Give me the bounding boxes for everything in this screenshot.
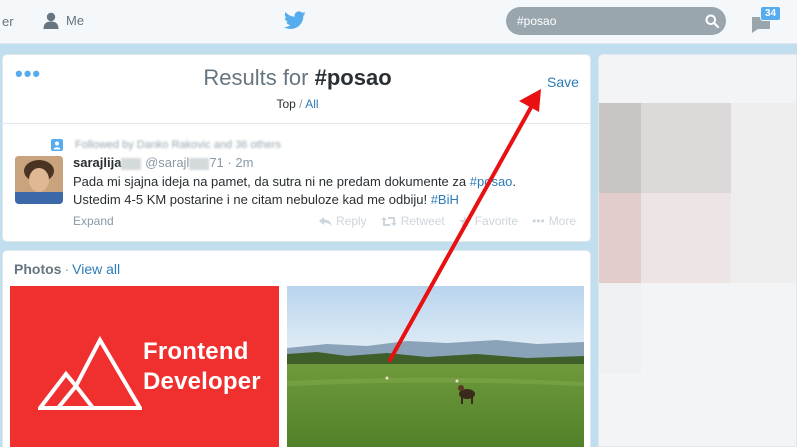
redaction — [121, 157, 142, 170]
sidebar-panel — [598, 54, 797, 447]
filter-top[interactable]: Top — [276, 97, 295, 111]
pixelated-block — [641, 103, 731, 193]
search-icon[interactable] — [705, 14, 719, 28]
mountain-logo — [38, 335, 142, 410]
retweet-label: Retweet — [400, 214, 445, 228]
retweet-icon — [380, 216, 397, 226]
tweet-text-line1: Pada mi sjajna ideja na pamet, da sutra … — [73, 174, 470, 189]
photo-caption-line1: Frontend — [143, 338, 249, 365]
tweet-author-name[interactable]: sarajlija — [73, 155, 121, 170]
photos-card: Photos · View all Frontend Developer — [2, 250, 591, 447]
tweet-actions: Reply Retweet Favorite ••• More — [319, 214, 576, 228]
photos-label: Photos — [14, 261, 62, 277]
nav-item-me[interactable]: Me — [42, 11, 84, 29]
photo-caption: Frontend Developer — [143, 337, 261, 397]
top-nav: er Me 34 — [0, 0, 797, 44]
favorite-icon — [458, 215, 471, 227]
avatar[interactable] — [15, 156, 63, 204]
pixelated-block — [599, 283, 641, 373]
twitter-bird-icon[interactable] — [284, 11, 306, 30]
search-results-card: ••• Results for #posao Save Top / All Fo… — [2, 54, 591, 242]
results-title: Results for #posao — [3, 65, 592, 91]
photos-header: Photos · View all — [14, 261, 120, 277]
photo-caption-line2: Developer — [143, 368, 261, 395]
results-filter: Top / All — [3, 97, 592, 111]
filter-all[interactable]: All — [305, 97, 318, 111]
tweet-timestamp[interactable]: 2m — [235, 155, 253, 170]
me-label: Me — [66, 12, 85, 28]
favorite-button[interactable]: Favorite — [458, 214, 519, 228]
pixelated-block — [731, 103, 796, 283]
context-text: Followed by Danko Rakovic and 36 others — [75, 139, 282, 151]
tweet-text-line1-end: . — [512, 174, 517, 189]
tweet-text: Pada mi sjajna ideja na pamet, da sutra … — [73, 173, 578, 209]
tweet-author-handle-tail: 71 — [209, 155, 224, 170]
retweet-button[interactable]: Retweet — [380, 214, 445, 228]
tweet-context: Followed by Danko Rakovic and 36 others — [51, 139, 281, 151]
pixelated-block — [641, 193, 731, 283]
photo-frontend-developer[interactable]: Frontend Developer — [10, 286, 279, 447]
more-label: More — [548, 214, 577, 228]
pixelated-block — [599, 103, 641, 193]
expand-link[interactable]: Expand — [73, 214, 114, 228]
tweet-text-line2: Ustedim 4-5 KM postarine i ne citam nebu… — [73, 192, 431, 207]
hashtag-bih[interactable]: #BiH — [431, 192, 459, 207]
hashtag-posao[interactable]: #posao — [470, 174, 513, 189]
divider — [3, 123, 590, 124]
tweet-header: sarajlija @sarajl 71 · 2m — [73, 155, 253, 170]
filter-separator: / — [299, 97, 303, 111]
tweet-separator: · — [227, 155, 232, 170]
tweet-author-handle[interactable]: @sarajl — [145, 155, 189, 170]
view-all-link[interactable]: View all — [72, 261, 120, 277]
search-box[interactable] — [506, 7, 726, 35]
redaction — [189, 157, 210, 170]
more-dots-icon: ••• — [532, 214, 545, 228]
photo-meadow[interactable] — [287, 286, 584, 447]
pixelated-block — [599, 193, 641, 283]
reply-button[interactable]: Reply — [319, 214, 367, 228]
save-search-button[interactable]: Save — [547, 74, 579, 90]
results-title-prefix: Results for — [203, 65, 309, 90]
user-context-icon — [51, 139, 63, 151]
favorite-label: Favorite — [474, 214, 519, 228]
search-input[interactable] — [506, 7, 696, 35]
meadow-image — [287, 286, 584, 447]
photos-dot: · — [64, 261, 70, 277]
nav-item-partial[interactable]: er — [2, 14, 14, 29]
reply-label: Reply — [336, 214, 367, 228]
results-query: #posao — [314, 65, 392, 90]
reply-icon — [319, 216, 332, 226]
person-icon — [43, 12, 59, 29]
more-actions-button[interactable]: ••• More — [532, 214, 576, 228]
notification-badge: 34 — [760, 6, 782, 21]
